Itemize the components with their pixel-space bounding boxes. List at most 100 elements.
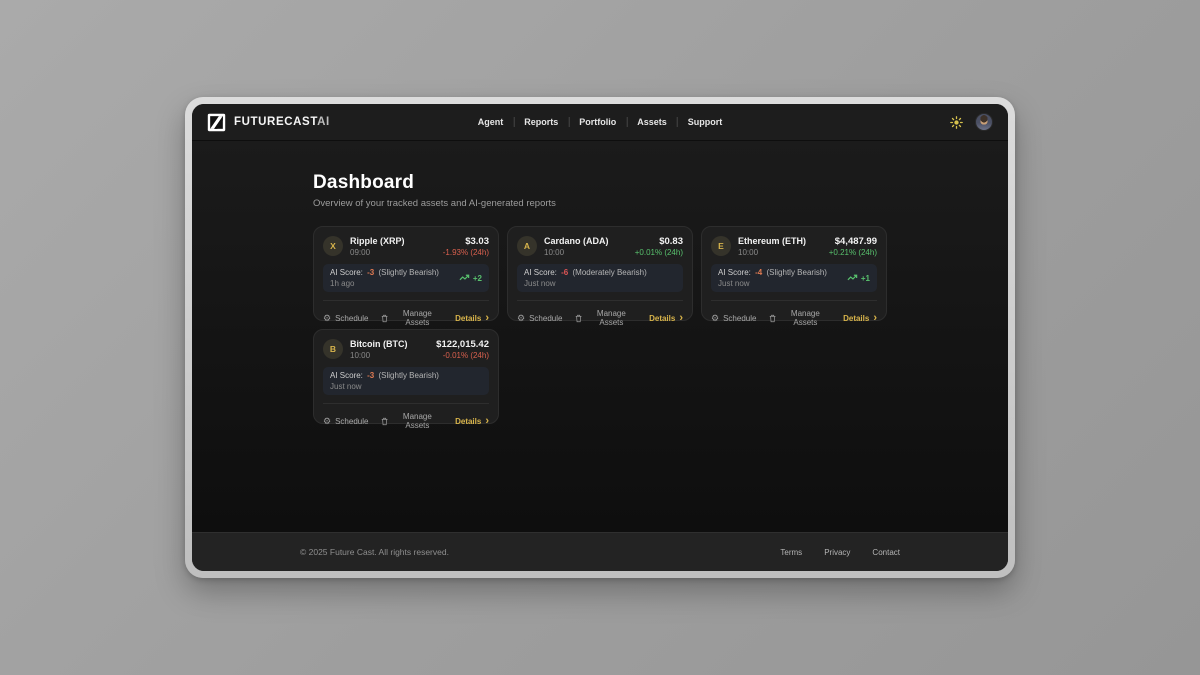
trash-icon [381, 417, 388, 426]
asset-change: -0.01% (24h) [436, 351, 489, 360]
card-actions: ⚙ Schedule Manage Assets Details › [323, 301, 489, 327]
trending-up-icon [459, 274, 470, 282]
brand-name: FUTURECASTAI [234, 116, 330, 128]
gear-icon: ⚙ [711, 314, 719, 323]
brand-name-suffix: AI [317, 116, 330, 128]
main-nav: Agent Reports Portfolio Assets Support [468, 117, 733, 127]
asset-time: 10:00 [544, 248, 609, 257]
footer-link-privacy[interactable]: Privacy [824, 548, 850, 557]
ai-score-label: AI Score: [718, 268, 751, 277]
details-label: Details [455, 314, 481, 323]
manage-assets-button[interactable]: Manage Assets [769, 309, 830, 327]
asset-price: $0.83 [635, 236, 683, 247]
asset-price: $122,015.42 [436, 339, 489, 350]
trash-icon [381, 314, 388, 323]
manage-assets-button[interactable]: Manage Assets [381, 412, 442, 430]
asset-change: +0.01% (24h) [635, 248, 683, 257]
nav-item: Reports [513, 117, 568, 127]
card-actions: ⚙ Schedule Manage Assets Details › [323, 404, 489, 430]
ai-score-value: -3 [367, 371, 374, 380]
browser-window-frame: FUTURECASTAI Agent Reports Portfolio Ass… [185, 97, 1015, 578]
asset-time: 10:00 [738, 248, 806, 257]
ai-score-label: AI Score: [330, 268, 363, 277]
asset-price: $4,487.99 [829, 236, 877, 247]
trend-value: +1 [861, 274, 870, 283]
footer-link-terms[interactable]: Terms [780, 548, 802, 557]
asset-cards-grid: X Ripple (XRP) 09:00 $3.03 -1.93% (24h) [313, 226, 887, 424]
asset-name: Ripple (XRP) [350, 236, 405, 247]
schedule-button[interactable]: ⚙ Schedule [323, 314, 368, 323]
chevron-right-icon: › [485, 314, 489, 322]
ai-score-updated: Just now [524, 279, 647, 288]
nav-item: Support [677, 117, 733, 127]
manage-assets-button[interactable]: Manage Assets [575, 309, 636, 327]
theme-toggle-button[interactable] [948, 114, 964, 130]
manage-assets-label: Manage Assets [393, 412, 442, 430]
asset-time: 09:00 [350, 248, 405, 257]
card-actions: ⚙ Schedule Manage Assets Details › [517, 301, 683, 327]
asset-name: Bitcoin (BTC) [350, 339, 408, 350]
brand-name-primary: FUTURECAST [234, 116, 317, 128]
chevron-right-icon: › [679, 314, 683, 322]
details-button[interactable]: Details › [455, 417, 489, 426]
schedule-button[interactable]: ⚙ Schedule [323, 417, 368, 426]
schedule-button[interactable]: ⚙ Schedule [517, 314, 562, 323]
nav-link-assets[interactable]: Assets [627, 117, 677, 127]
ai-score-value: -4 [755, 268, 762, 277]
nav-link-support[interactable]: Support [678, 117, 733, 127]
asset-price: $3.03 [443, 236, 489, 247]
footer-link-contact[interactable]: Contact [872, 548, 900, 557]
nav-link-portfolio[interactable]: Portfolio [569, 117, 626, 127]
header-right [948, 113, 993, 131]
ai-score-sentiment: (Slightly Bearish) [379, 268, 439, 277]
nav-item: Assets [626, 117, 677, 127]
gear-icon: ⚙ [323, 314, 331, 323]
ai-score-value: -6 [561, 268, 568, 277]
sun-icon [950, 116, 963, 129]
details-button[interactable]: Details › [455, 314, 489, 323]
manage-assets-label: Manage Assets [587, 309, 636, 327]
details-label: Details [455, 417, 481, 426]
schedule-label: Schedule [335, 417, 368, 426]
schedule-label: Schedule [723, 314, 756, 323]
ai-score-sentiment: (Moderately Bearish) [573, 268, 647, 277]
asset-card-ripple: X Ripple (XRP) 09:00 $3.03 -1.93% (24h) [313, 226, 499, 321]
gear-icon: ⚙ [517, 314, 525, 323]
details-label: Details [843, 314, 869, 323]
details-button[interactable]: Details › [649, 314, 683, 323]
manage-assets-button[interactable]: Manage Assets [381, 309, 442, 327]
user-avatar[interactable] [975, 113, 993, 131]
ai-score-panel: AI Score: -4 (Slightly Bearish) Just now… [711, 264, 877, 292]
asset-change: -1.93% (24h) [443, 248, 489, 257]
asset-name: Ethereum (ETH) [738, 236, 806, 247]
details-button[interactable]: Details › [843, 314, 877, 323]
ai-score-sentiment: (Slightly Bearish) [379, 371, 439, 380]
asset-initial-badge: E [711, 236, 731, 256]
ai-score-label: AI Score: [330, 371, 363, 380]
asset-initial-badge: B [323, 339, 343, 359]
asset-name: Cardano (ADA) [544, 236, 609, 247]
ai-score-panel: AI Score: -3 (Slightly Bearish) 1h ago +… [323, 264, 489, 292]
schedule-button[interactable]: ⚙ Schedule [711, 314, 756, 323]
trash-icon [575, 314, 582, 323]
asset-time: 10:00 [350, 351, 408, 360]
nav-link-reports[interactable]: Reports [514, 117, 568, 127]
ai-score-updated: Just now [330, 382, 439, 391]
manage-assets-label: Manage Assets [393, 309, 442, 327]
trend-value: +2 [473, 274, 482, 283]
ai-score-updated: 1h ago [330, 279, 439, 288]
nav-link-agent[interactable]: Agent [468, 117, 514, 127]
nav-item: Agent [468, 117, 514, 127]
manage-assets-label: Manage Assets [781, 309, 830, 327]
page-subtitle: Overview of your tracked assets and AI-g… [313, 198, 887, 209]
schedule-label: Schedule [335, 314, 368, 323]
chevron-right-icon: › [873, 314, 877, 322]
app-screen: FUTURECASTAI Agent Reports Portfolio Ass… [192, 104, 1008, 571]
asset-card-bitcoin: B Bitcoin (BTC) 10:00 $122,015.42 -0.01%… [313, 329, 499, 424]
ai-score-panel: AI Score: -3 (Slightly Bearish) Just now [323, 367, 489, 395]
futurecast-logo-icon [207, 113, 226, 132]
brand: FUTURECASTAI [207, 113, 330, 132]
page-title: Dashboard [313, 172, 887, 194]
schedule-label: Schedule [529, 314, 562, 323]
trending-up-icon [847, 274, 858, 282]
